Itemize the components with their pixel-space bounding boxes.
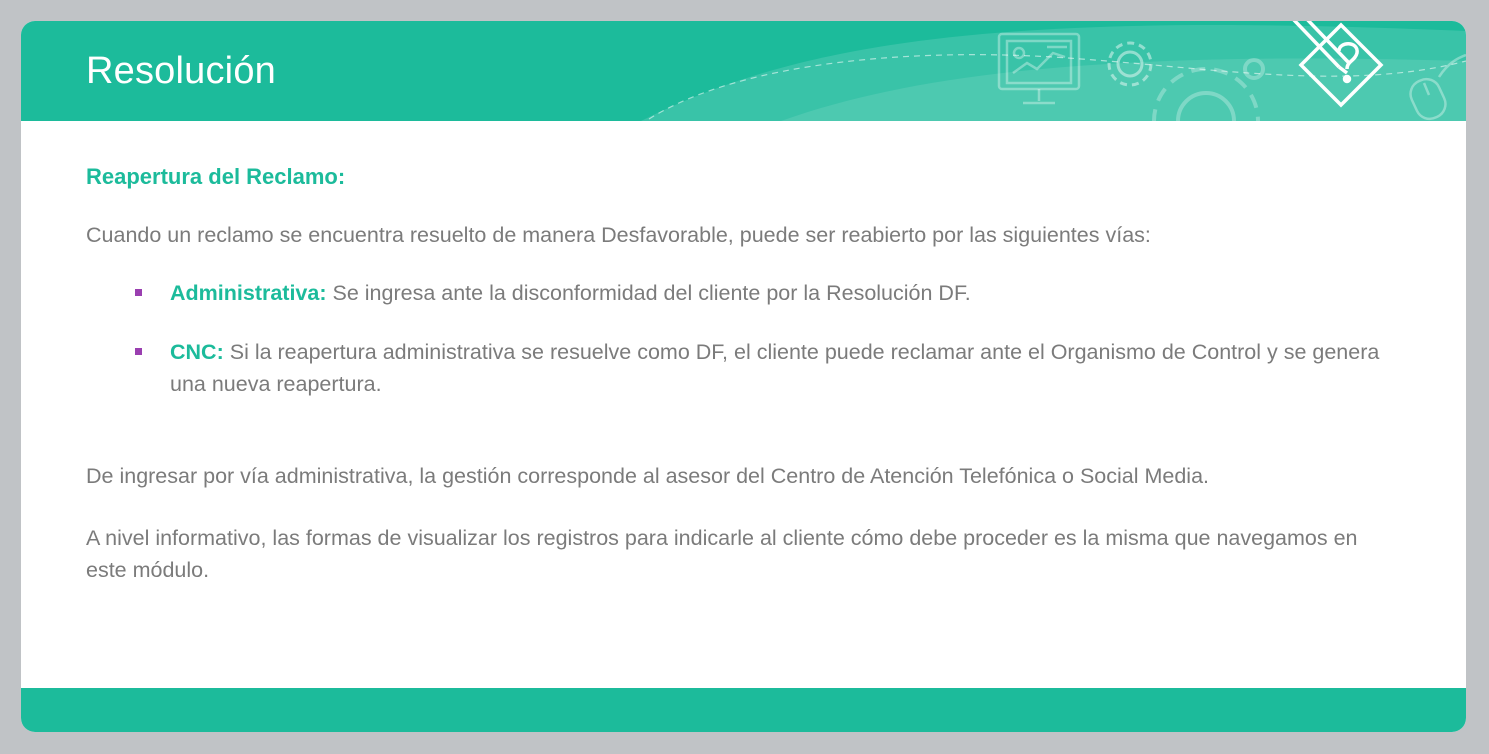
header-banner: Resolución bbox=[21, 21, 1466, 121]
bullet-text: Si la reapertura administrativa se resue… bbox=[170, 340, 1380, 396]
bullet-square-icon bbox=[135, 289, 142, 296]
section-subtitle: Reapertura del Reclamo: bbox=[86, 164, 346, 189]
page-title: Resolución bbox=[86, 50, 276, 92]
list-item-cnc: CNC: Si la reapertura administrativa se … bbox=[86, 336, 1396, 400]
intro-paragraph: Cuando un reclamo se encuentra resuelto … bbox=[86, 223, 1151, 247]
footer-bar bbox=[21, 688, 1466, 732]
content-body: Reapertura del Reclamo: Cuando un reclam… bbox=[86, 159, 1396, 586]
slide-card: Resolución Reapertura del Reclamo: Cuand… bbox=[21, 21, 1466, 732]
administrative-paragraph: De ingresar por vía administrativa, la g… bbox=[86, 464, 1210, 488]
list-item-administrativa: Administrativa: Se ingresa ante la disco… bbox=[86, 277, 1396, 309]
bullet-square-icon bbox=[135, 348, 142, 355]
bullet-term: CNC: bbox=[170, 340, 224, 364]
bullet-term: Administrativa: bbox=[170, 281, 327, 305]
bullet-text: Se ingresa ante la disconformidad del cl… bbox=[326, 281, 971, 305]
informative-paragraph: A nivel informativo, las formas de visua… bbox=[86, 526, 1358, 582]
reopening-methods-list: Administrativa: Se ingresa ante la disco… bbox=[86, 277, 1396, 400]
